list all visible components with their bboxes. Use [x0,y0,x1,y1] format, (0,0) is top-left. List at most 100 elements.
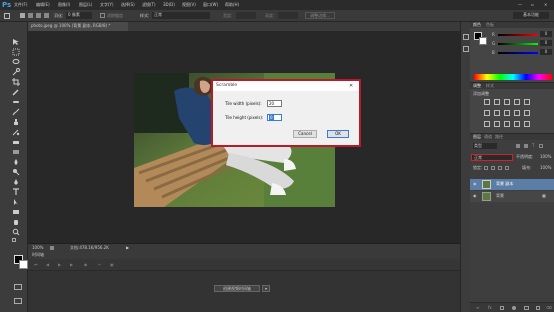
color-spectrum-bar[interactable] [474,74,552,80]
hue-saturation-icon[interactable] [484,110,490,116]
selective-color-icon[interactable] [524,121,530,127]
blur-tool-icon[interactable] [12,158,20,166]
gradient-map-icon[interactable] [514,121,520,127]
tile-width-input[interactable]: 20 [267,100,282,107]
screen-mode-icon[interactable] [14,298,22,304]
brush-tool-icon[interactable] [12,108,20,116]
menu-window[interactable]: 窗口(W) [203,2,218,8]
opacity-value[interactable]: 100% [540,154,551,160]
add-selection-icon[interactable] [28,13,33,18]
menu-type[interactable]: 文字(Y) [100,2,114,8]
layers-tab[interactable]: 图层 [473,134,481,140]
menu-filter[interactable]: 滤镜(T) [142,2,156,8]
height-input[interactable] [278,12,298,19]
workspace-select[interactable]: 基本功能 [513,12,549,19]
audio-icon[interactable]: ◆ [84,262,87,268]
filter-adjust-icon[interactable] [524,144,528,148]
green-value[interactable]: 0 [540,40,552,46]
zoom-tool-icon[interactable] [12,228,20,236]
gradient-tool-icon[interactable] [12,148,20,156]
menu-help[interactable]: 帮助(H) [225,2,239,8]
adjustments-tab[interactable]: 调整 [473,83,481,89]
menu-view[interactable]: 视图(V) [182,2,196,8]
layer-row-background[interactable]: ◉ 背景 ■ [470,191,554,202]
styles-tab[interactable]: 样式 [486,83,494,89]
brightness-icon[interactable] [484,99,490,105]
curves-icon[interactable] [504,99,510,105]
style-select[interactable]: 正常 [152,12,210,19]
color-tab[interactable]: 颜色 [473,22,481,28]
transition-icon[interactable]: ▣ [110,262,114,268]
menu-layer[interactable]: 图层(L) [79,2,92,8]
properties-panel-icon[interactable] [463,46,469,52]
filter-pixel-icon[interactable] [516,144,520,148]
channel-mixer-icon[interactable] [524,110,530,116]
lock-position-icon[interactable] [498,166,502,170]
menu-select[interactable]: 选择(S) [121,2,135,8]
document-tab[interactable]: photo.jpeg @ 100% (背景 副本, RGB/8) * [28,22,128,31]
zoom-level[interactable]: 100% [32,245,43,251]
first-frame-icon[interactable]: ⏮ [34,262,38,268]
black-white-icon[interactable] [504,110,510,116]
link-layers-icon[interactable]: ∞ [476,305,479,311]
layer-mask-icon[interactable] [500,306,504,310]
panel-background-swatch[interactable] [479,37,487,45]
filter-type-icon[interactable]: T [532,143,534,149]
status-menu-arrow-icon[interactable]: ▶ [126,245,129,251]
menu-file[interactable]: 文件(F) [14,2,27,8]
layer-visibility-eye-icon[interactable]: ◉ [473,181,477,187]
close-window-button[interactable]: ✕ [544,2,547,8]
rectangle-tool-icon[interactable] [12,208,20,216]
quick-mask-icon[interactable] [14,284,22,290]
split-icon[interactable]: ✂ [98,262,101,268]
history-panel-icon[interactable] [463,34,469,40]
create-video-timeline-button[interactable]: 创建视频时间轴 [214,285,260,292]
next-frame-icon[interactable]: ▶ [70,262,73,268]
lock-pixels-icon[interactable] [491,166,495,170]
type-tool-icon[interactable] [12,188,20,196]
clone-stamp-tool-icon[interactable] [12,118,20,126]
refine-edge-button[interactable]: 调整边缘... [305,12,335,19]
new-layer-icon[interactable] [536,306,540,310]
feather-input[interactable]: 0 像素 [66,12,92,19]
blend-mode-select[interactable]: 正常 [471,154,513,161]
background-color-swatch[interactable] [19,260,28,269]
blue-slider[interactable] [498,52,538,54]
group-folder-icon[interactable] [524,306,529,310]
eraser-tool-icon[interactable] [12,138,20,146]
swatches-tab[interactable]: 色板 [486,22,494,28]
quick-select-tool-icon[interactable] [12,68,20,76]
marquee-tool-icon[interactable] [4,13,10,19]
layer-name[interactable]: 背景 [496,193,504,199]
more-tools-icon[interactable] [12,238,16,242]
hand-tool-icon[interactable] [12,218,20,226]
menu-3d[interactable]: 3D(D) [163,2,175,8]
levels-icon[interactable] [494,99,500,105]
crop-tool-icon[interactable] [12,78,20,86]
layer-row-background-copy[interactable]: ◉ 背景 副本 [470,179,554,190]
vibrance-icon[interactable] [524,99,530,105]
color-balance-icon[interactable] [494,110,500,116]
threshold-icon[interactable] [504,121,510,127]
eyedropper-tool-icon[interactable] [12,88,20,96]
maximize-button[interactable]: ▫ [531,2,534,8]
pen-tool-icon[interactable] [12,178,20,186]
prev-frame-icon[interactable]: ◀ [46,262,49,268]
invert-icon[interactable] [484,121,490,127]
adjustment-layer-icon[interactable] [512,306,516,310]
tile-height-input[interactable]: 0 [267,114,282,121]
dodge-tool-icon[interactable] [12,168,20,176]
red-value[interactable]: 0 [540,31,552,37]
antialias-checkbox[interactable] [100,13,105,18]
layer-kind-filter[interactable]: 类型 [473,143,497,149]
lock-all-icon[interactable] [505,166,509,170]
channels-tab[interactable]: 通道 [484,134,492,140]
path-select-tool-icon[interactable] [12,198,20,206]
history-brush-tool-icon[interactable] [12,128,20,136]
new-selection-icon[interactable] [20,13,25,18]
filter-shape-icon[interactable] [539,144,543,148]
menu-edit[interactable]: 编辑(E) [36,2,50,8]
marquee-tool-icon[interactable] [12,48,20,56]
photo-filter-icon[interactable] [514,110,520,116]
share-icon[interactable] [50,246,54,250]
